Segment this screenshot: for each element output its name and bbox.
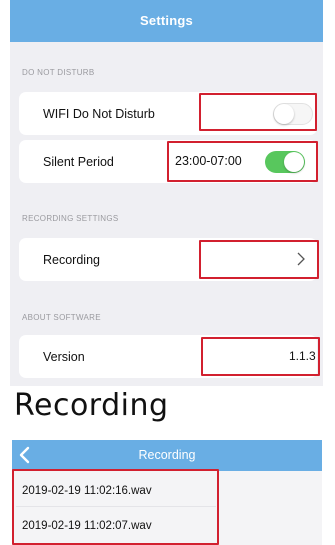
highlight-recording-files (12, 469, 219, 545)
silent-period-label: Silent Period (43, 154, 114, 169)
settings-nav-bar: Settings (10, 0, 323, 42)
highlight-recording (199, 240, 319, 279)
highlight-silent-period (167, 141, 318, 182)
highlight-wifi-dnd (199, 93, 317, 131)
section-header-about-software: ABOUT SOFTWARE (22, 313, 101, 322)
recording-caption: Recording (14, 388, 169, 423)
recording-title: Recording (138, 448, 196, 462)
settings-screen: Settings DO NOT DISTURB WIFI Do Not Dist… (10, 0, 323, 386)
highlight-version (201, 337, 320, 376)
chevron-left-icon[interactable] (16, 445, 36, 465)
section-header-recording-settings: RECORDING SETTINGS (22, 214, 119, 223)
section-header-do-not-disturb: DO NOT DISTURB (22, 68, 95, 77)
settings-title: Settings (140, 13, 193, 28)
recording-nav-bar: Recording (12, 440, 322, 471)
version-label: Version (43, 349, 85, 364)
recording-label: Recording (43, 252, 100, 267)
wifi-dnd-label: WIFI Do Not Disturb (43, 106, 155, 121)
